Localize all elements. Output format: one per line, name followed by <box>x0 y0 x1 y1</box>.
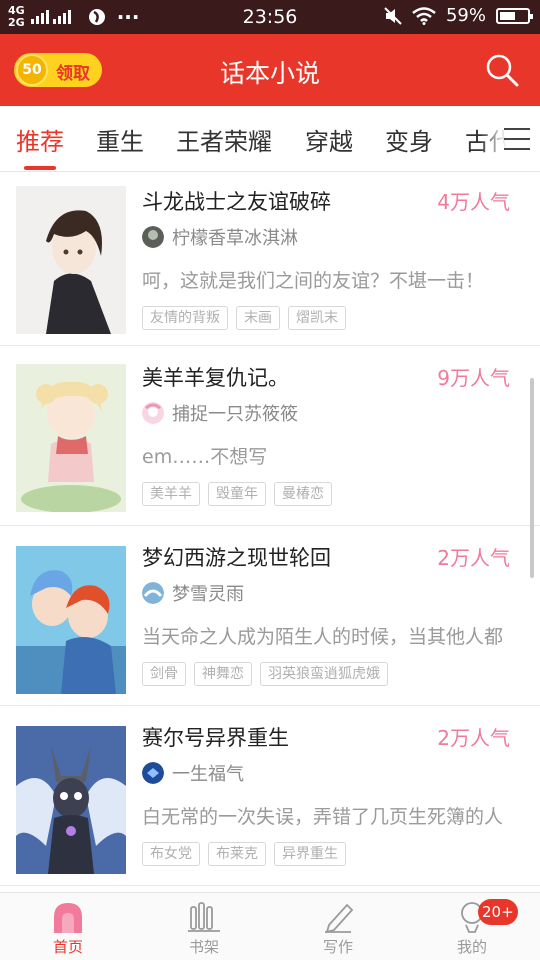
book-tag[interactable]: 布莱克 <box>208 842 266 866</box>
book-tag[interactable]: 美羊羊 <box>142 482 200 506</box>
tab-recommend[interactable]: 推荐 <box>16 122 64 157</box>
pen-icon <box>325 903 354 933</box>
book-title: 梦幻西游之现世轮回 <box>142 546 331 570</box>
status-bar: 4G 2G ··· 23:56 59% <box>0 0 540 34</box>
list-scrollbar[interactable] <box>530 378 534 578</box>
bookshelf-icon <box>188 902 220 932</box>
author-avatar <box>142 762 164 784</box>
nav-bookshelf-label: 书架 <box>188 938 219 956</box>
book-title: 美羊羊复仇记。 <box>142 366 289 390</box>
author-row: 柠檬香草冰淇淋 <box>142 224 298 250</box>
book-tag[interactable]: 曼椿恋 <box>274 482 332 506</box>
nav-profile[interactable]: 我的 20+ <box>432 893 518 960</box>
author-avatar <box>142 402 164 424</box>
book-title: 赛尔号异界重生 <box>142 726 289 750</box>
tab-honor-of-kings[interactable]: 王者荣耀 <box>176 122 272 157</box>
tab-time-travel[interactable]: 穿越 <box>305 122 353 157</box>
bottom-navigation: 首页 书架 写作 我的 20+ <box>0 892 540 960</box>
menu-icon[interactable] <box>504 128 530 150</box>
battery-icon <box>496 7 533 24</box>
book-tag[interactable]: 熠凯末 <box>288 306 346 330</box>
book-description: 当天命之人成为陌生人的时候，当其他人都 <box>142 626 504 648</box>
book-cover <box>16 186 126 334</box>
book-item[interactable]: 梦幻西游之现世轮回 2万人气 梦雪灵雨 当天命之人成为陌生人的时候，当其他人都 … <box>0 526 540 706</box>
book-cover <box>16 364 126 512</box>
book-tags: 友情的背叛 末画 熠凯末 <box>142 306 346 330</box>
status-right: 59% <box>384 5 533 26</box>
nav-home-label: 首页 <box>52 938 83 956</box>
active-tab-indicator <box>24 166 56 170</box>
author-name: 捕捉一只苏筱筱 <box>172 404 298 425</box>
book-tag[interactable]: 羽英狼蛮逍狐虎娥 <box>260 662 388 686</box>
author-row: 捕捉一只苏筱筱 <box>142 400 298 426</box>
book-title: 斗龙战士之友谊破碎 <box>142 190 331 214</box>
nav-home[interactable]: 首页 <box>28 893 108 960</box>
battery-percent: 59% <box>445 5 486 26</box>
book-popularity: 2万人气 <box>437 726 510 750</box>
book-list: 斗龙战士之友谊破碎 4万人气 柠檬香草冰淇淋 呵，这就是我们之间的友谊？不堪一击… <box>0 172 540 892</box>
book-item[interactable]: 美羊羊复仇记。 9万人气 捕捉一只苏筱筱 em……不想写 美羊羊 毁童年 曼椿恋 <box>0 346 540 526</box>
author-avatar <box>142 226 164 248</box>
book-tag[interactable]: 神舞恋 <box>194 662 252 686</box>
nav-bookshelf[interactable]: 书架 <box>164 893 244 960</box>
book-description: 白无常的一次失误，弄错了几页生死簿的人 <box>142 806 504 828</box>
author-row: 一生福气 <box>142 760 244 786</box>
mute-icon <box>384 6 402 25</box>
nav-profile-label: 我的 <box>456 938 487 956</box>
author-row: 梦雪灵雨 <box>142 580 244 606</box>
nav-write-label: 写作 <box>322 938 353 956</box>
book-popularity: 2万人气 <box>437 546 510 570</box>
author-name: 一生福气 <box>172 764 244 785</box>
author-name: 梦雪灵雨 <box>172 584 244 605</box>
book-tag[interactable]: 友情的背叛 <box>142 306 228 330</box>
app-header: 50 领取 话本小说 <box>0 34 540 106</box>
book-popularity: 9万人气 <box>437 366 510 390</box>
tab-transform[interactable]: 变身 <box>385 122 433 157</box>
category-tabs: 推荐 重生 王者荣耀 穿越 变身 古代 <box>0 106 540 172</box>
book-description: em……不想写 <box>142 446 268 468</box>
wifi-icon <box>412 6 436 25</box>
nav-write[interactable]: 写作 <box>298 893 378 960</box>
author-avatar <box>142 582 164 604</box>
book-tags: 剑骨 神舞恋 羽英狼蛮逍狐虎娥 <box>142 662 388 686</box>
app-title: 话本小说 <box>219 59 320 88</box>
book-popularity: 4万人气 <box>437 190 510 214</box>
book-tag[interactable]: 毁童年 <box>208 482 266 506</box>
notification-badge: 20+ <box>478 899 518 925</box>
book-tag[interactable]: 布女党 <box>142 842 200 866</box>
book-tag[interactable]: 剑骨 <box>142 662 186 686</box>
book-item[interactable]: 赛尔号异界重生 2万人气 一生福气 白无常的一次失误，弄错了几页生死簿的人 布女… <box>0 706 540 886</box>
book-tags: 布女党 布莱克 异界重生 <box>142 842 346 866</box>
book-tag[interactable]: 异界重生 <box>274 842 346 866</box>
book-description: 呵，这就是我们之间的友谊？不堪一击！ <box>142 270 485 292</box>
tab-rebirth[interactable]: 重生 <box>96 122 144 157</box>
book-item[interactable]: 斗龙战士之友谊破碎 4万人气 柠檬香草冰淇淋 呵，这就是我们之间的友谊？不堪一击… <box>0 172 540 346</box>
book-tag[interactable]: 末画 <box>236 306 280 330</box>
search-icon[interactable] <box>484 52 520 88</box>
book-cover <box>16 726 126 874</box>
home-icon <box>54 903 82 933</box>
author-name: 柠檬香草冰淇淋 <box>172 228 298 249</box>
book-cover <box>16 546 126 694</box>
book-tags: 美羊羊 毁童年 曼椿恋 <box>142 482 332 506</box>
